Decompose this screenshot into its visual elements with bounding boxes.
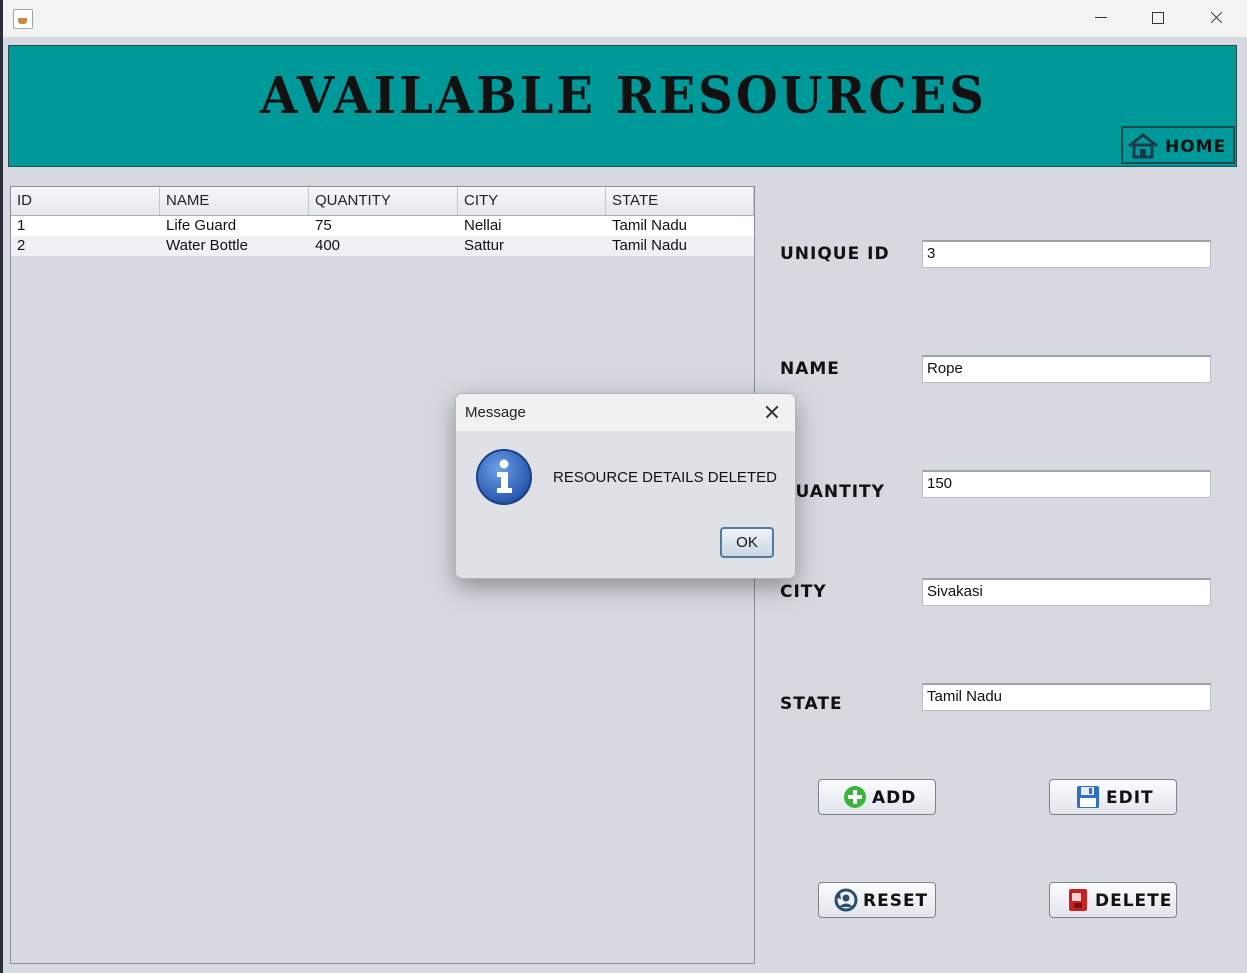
city-field[interactable]: Sivakasi: [922, 578, 1211, 606]
ok-button[interactable]: OK: [720, 527, 774, 558]
cell-name: Water Bottle: [166, 237, 248, 254]
minimize-icon[interactable]: [1078, 4, 1124, 32]
cell-quantity: 75: [315, 217, 332, 234]
name-label: NAME: [780, 359, 840, 379]
cell-id: 1: [17, 217, 26, 234]
add-button-label: ADD: [872, 788, 917, 808]
home-icon: [1128, 133, 1158, 159]
quantity-field[interactable]: 150: [922, 470, 1211, 498]
dialog-title: Message: [465, 404, 526, 421]
column-header-state[interactable]: STATE: [606, 187, 754, 215]
cell-state: Tamil Nadu: [612, 237, 688, 254]
table-row[interactable]: 1 Life Guard 75 Nellai Tamil Nadu: [11, 216, 754, 236]
unique-id-label: UNIQUE ID: [780, 244, 890, 264]
cell-city: Sattur: [464, 237, 505, 254]
city-label: CITY: [780, 582, 827, 602]
info-icon: [476, 449, 532, 505]
state-label: STATE: [780, 694, 843, 714]
reset-button[interactable]: RESET: [818, 882, 936, 918]
delete-button[interactable]: DELETE: [1049, 882, 1177, 918]
floppy-disk-icon: [1077, 786, 1099, 808]
plus-circle-icon: [844, 786, 866, 808]
page-title: AVAILABLE RESOURCES: [260, 66, 987, 126]
header-banner: AVAILABLE RESOURCES HOME: [8, 45, 1237, 167]
delete-button-label: DELETE: [1095, 891, 1173, 911]
dialog-title-bar: Message: [456, 394, 795, 431]
window-close-icon[interactable]: [1193, 4, 1239, 32]
dialog-message: RESOURCE DETAILS DELETED: [553, 469, 777, 486]
table-row[interactable]: 2 Water Bottle 400 Sattur Tamil Nadu: [11, 236, 754, 256]
delete-icon: [1069, 889, 1087, 911]
table-header: ID NAME QUANTITY CITY STATE: [11, 187, 754, 216]
cell-name: Life Guard: [166, 217, 237, 234]
column-header-city[interactable]: CITY: [458, 187, 606, 215]
cell-city: Nellai: [464, 217, 502, 234]
column-header-quantity[interactable]: QUANTITY: [309, 187, 458, 215]
column-header-id[interactable]: ID: [11, 187, 160, 215]
name-field[interactable]: Rope: [922, 355, 1211, 383]
home-button-label: HOME: [1165, 137, 1227, 157]
reset-button-label: RESET: [863, 891, 929, 911]
java-app-icon: [13, 9, 33, 29]
edit-button-label: EDIT: [1106, 788, 1154, 808]
add-button[interactable]: ADD: [818, 779, 936, 815]
maximize-icon[interactable]: [1135, 4, 1181, 32]
cell-id: 2: [17, 237, 26, 254]
column-header-name[interactable]: NAME: [160, 187, 309, 215]
message-dialog: Message RESOURCE DETAILS DELETED OK: [455, 393, 796, 579]
state-field[interactable]: Tamil Nadu: [922, 683, 1211, 711]
edit-button[interactable]: EDIT: [1049, 779, 1177, 815]
title-bar: [3, 0, 1247, 37]
cell-quantity: 400: [315, 237, 341, 254]
cell-state: Tamil Nadu: [612, 217, 688, 234]
dialog-close-icon[interactable]: [762, 402, 782, 422]
reset-user-icon: [834, 888, 858, 912]
home-button[interactable]: HOME: [1121, 126, 1235, 164]
unique-id-field[interactable]: 3: [922, 240, 1211, 268]
